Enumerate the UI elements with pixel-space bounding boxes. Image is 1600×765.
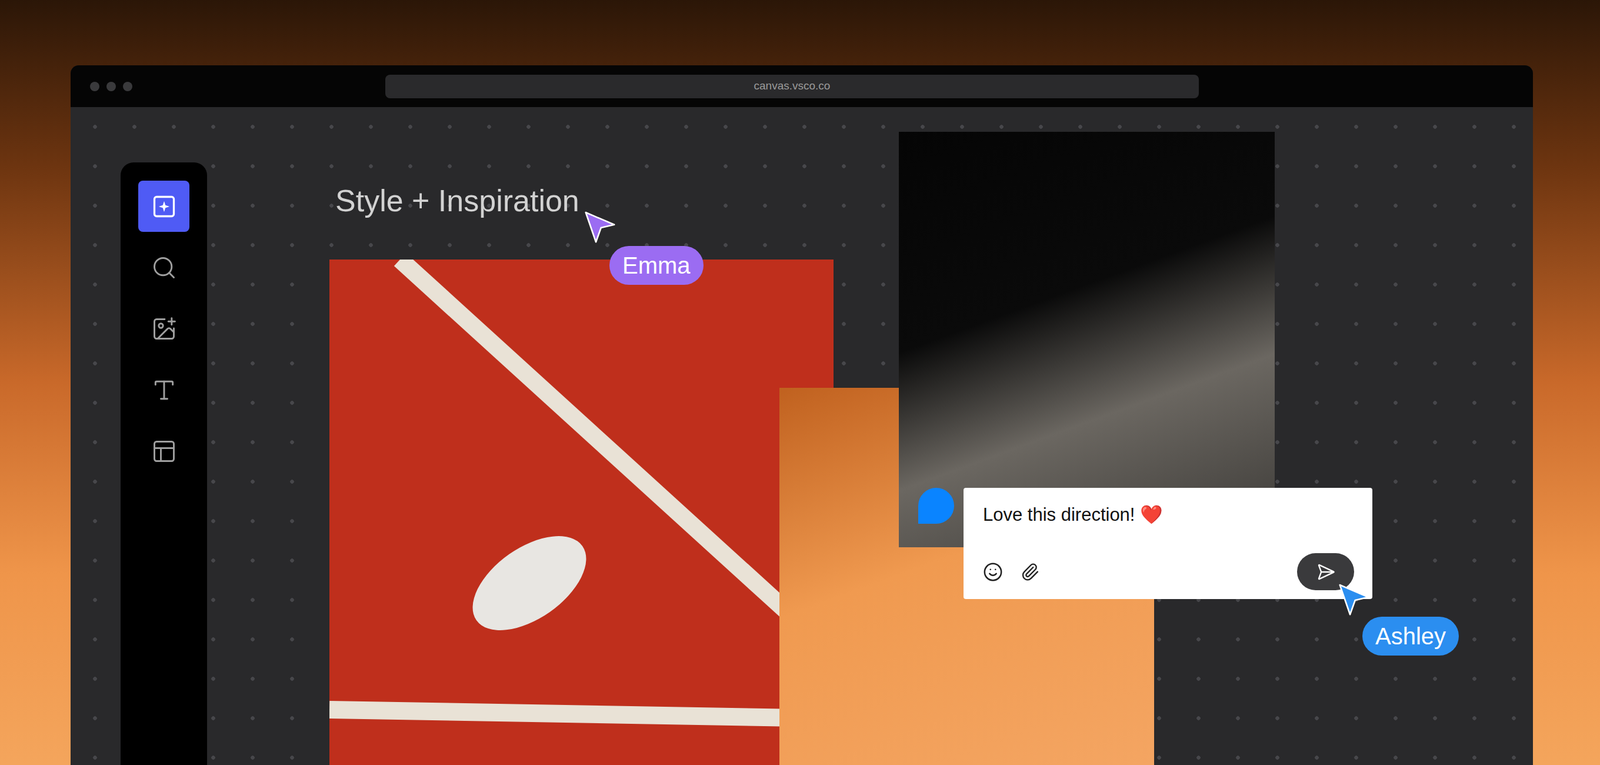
toolbar-button[interactable] <box>138 364 190 416</box>
comment-input[interactable]: Love this direction! ❤️ <box>982 502 1355 527</box>
send-button[interactable] <box>1297 552 1355 590</box>
toolbar-button[interactable] <box>138 180 190 232</box>
send-icon <box>1316 562 1336 582</box>
add-image-icon <box>151 315 178 342</box>
toolbar <box>120 162 208 765</box>
cursor-icon <box>584 211 616 245</box>
page: canvas.vsco.co Style + Inspiration Emma Lov… <box>0 0 1600 765</box>
photo[interactable] <box>329 259 834 765</box>
text-icon <box>151 377 178 403</box>
window-dot[interactable] <box>122 81 133 92</box>
toolbar-button[interactable] <box>138 241 190 293</box>
comment-card: Love this direction! ❤️ <box>963 487 1373 599</box>
ai-canvas-icon <box>151 193 178 220</box>
court-lines-icon <box>329 259 834 765</box>
canvas[interactable]: Style + Inspiration Emma Love this directi… <box>70 107 1533 765</box>
cursor-icon <box>1338 583 1370 617</box>
cursor-label: Emma <box>609 245 704 285</box>
layout-icon <box>151 438 178 465</box>
search-icon <box>151 254 178 281</box>
emoji-icon[interactable] <box>982 561 1003 582</box>
comment-avatar[interactable] <box>918 487 955 524</box>
browser-window: canvas.vsco.co Style + Inspiration Emma Lov… <box>70 65 1533 765</box>
board-heading[interactable]: Style + Inspiration <box>335 182 580 219</box>
cursor-label: Ashley <box>1362 616 1459 656</box>
toolbar-button[interactable] <box>138 302 190 355</box>
window-dot[interactable] <box>106 81 116 92</box>
window-dot[interactable] <box>90 81 100 92</box>
photo[interactable] <box>898 131 1275 548</box>
title-bar: canvas.vsco.co <box>70 65 1533 108</box>
toolbar-button[interactable] <box>138 425 190 477</box>
paperclip-icon[interactable] <box>1020 562 1040 582</box>
address-bar[interactable]: canvas.vsco.co <box>385 74 1199 99</box>
